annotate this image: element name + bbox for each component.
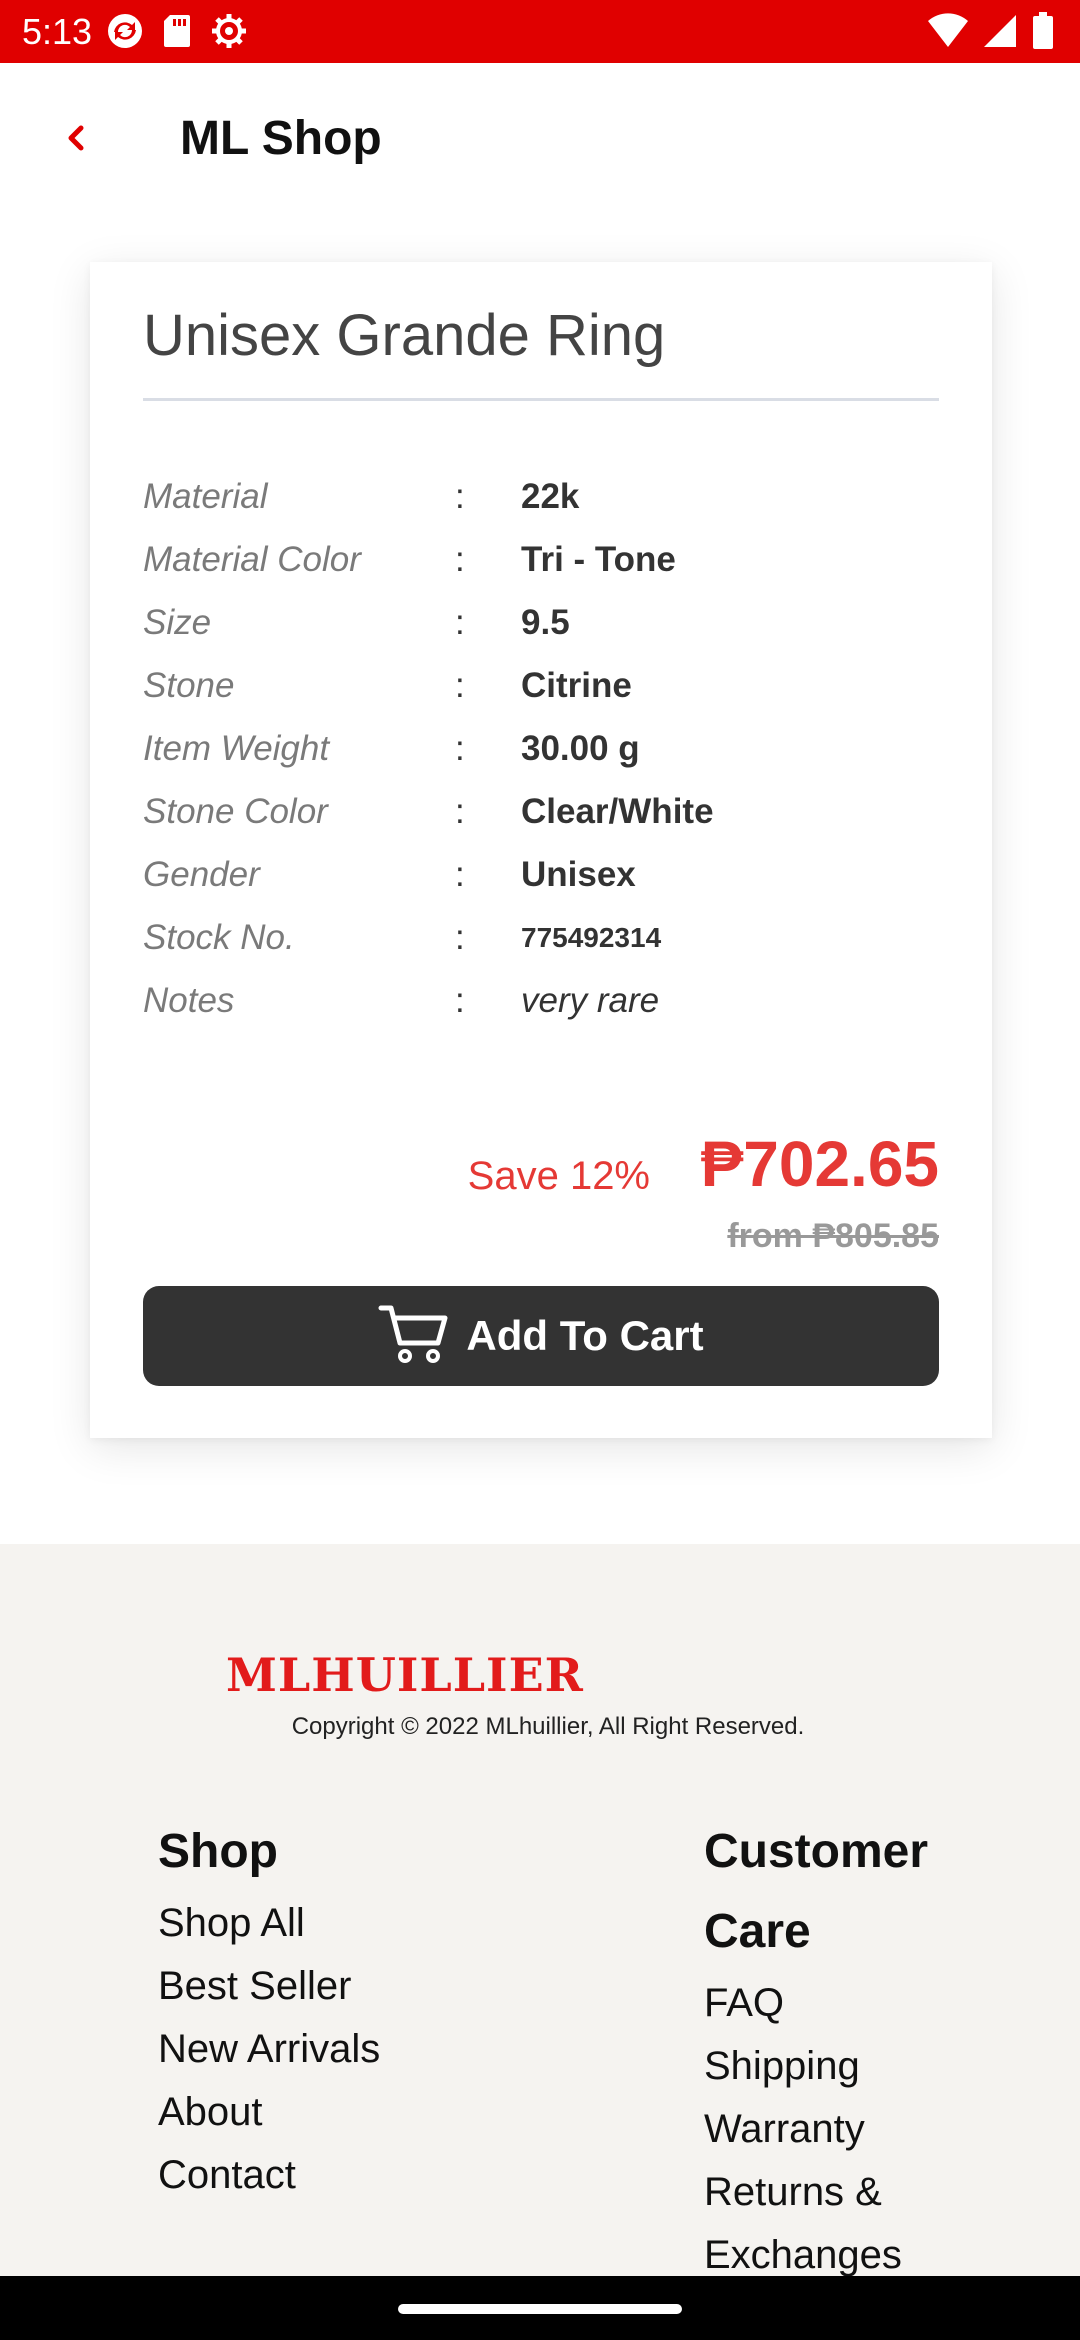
footer-link-returns[interactable]: Returns & <box>704 2161 1004 2224</box>
brand-logo: MLHUILLIER <box>226 1648 584 1702</box>
spec-separator: : <box>455 855 465 894</box>
spec-value: 22k <box>521 477 580 516</box>
home-gesture-handle[interactable] <box>398 2304 682 2314</box>
footer: MLHUILLIER Copyright © 2022 MLhuillier, … <box>0 1544 1080 2277</box>
sync-icon <box>106 12 144 55</box>
status-time: 5:13 <box>22 11 93 52</box>
spec-separator: : <box>455 666 465 705</box>
spec-row-stone: Stone : Citrine <box>143 654 939 717</box>
spec-label: Stone <box>143 666 235 705</box>
footer-link-faq[interactable]: FAQ <box>704 1972 1004 2035</box>
spec-label: Gender <box>143 855 260 894</box>
settings-icon <box>210 12 248 55</box>
spec-row-item-weight: Item Weight : 30.00 g <box>143 717 939 780</box>
footer-link-about[interactable]: About <box>158 2081 538 2144</box>
back-button[interactable] <box>40 103 114 177</box>
product-card: Unisex Grande Ring Material : 22k Materi… <box>90 262 992 1438</box>
spec-label: Size <box>143 603 212 642</box>
app-bar: ML Shop <box>0 63 1080 211</box>
status-bar: 5:13 <box>0 0 1080 63</box>
spec-separator: : <box>455 792 465 831</box>
spec-label: Material Color <box>143 540 361 579</box>
spec-separator: : <box>455 477 465 516</box>
status-icons-left <box>106 12 248 55</box>
spec-separator: : <box>455 918 465 957</box>
battery-icon <box>1032 12 1054 55</box>
spec-value: Citrine <box>521 666 632 705</box>
spec-separator: : <box>455 729 465 768</box>
status-icons-right <box>928 12 1054 55</box>
spec-separator: : <box>455 603 465 642</box>
spec-row-size: Size : 9.5 <box>143 591 939 654</box>
footer-link-new-arrivals[interactable]: New Arrivals <box>158 2018 538 2081</box>
footer-link-contact[interactable]: Contact <box>158 2144 538 2207</box>
footer-customer-care-column: Customer Care FAQ Shipping Warranty Retu… <box>704 1812 1004 2287</box>
add-to-cart-label: Add To Cart <box>466 1312 704 1359</box>
wifi-icon <box>928 13 968 54</box>
add-to-cart-button[interactable]: Add To Cart <box>143 1286 939 1386</box>
spec-value: Tri - Tone <box>521 540 676 579</box>
spec-value: 775492314 <box>521 922 662 953</box>
discount-label: Save 12% <box>467 1154 650 1198</box>
spec-label: Stock No. <box>143 918 295 957</box>
spec-value: 9.5 <box>521 603 570 642</box>
copyright: Copyright © 2022 MLhuillier, All Right R… <box>291 1713 805 1740</box>
spec-row-material-color: Material Color : Tri - Tone <box>143 528 939 591</box>
spec-value: Clear/White <box>521 792 714 831</box>
chevron-left-icon <box>63 118 91 163</box>
product-title: Unisex Grande Ring <box>143 303 666 368</box>
price: ₱702.65 <box>700 1128 939 1200</box>
spec-separator: : <box>455 981 465 1020</box>
spec-label: Notes <box>143 981 235 1020</box>
spec-value: Unisex <box>521 855 636 894</box>
footer-shop-column: Shop Shop All Best Seller New Arrivals A… <box>158 1812 538 2207</box>
spec-row-gender: Gender : Unisex <box>143 843 939 906</box>
sd-card-icon <box>162 13 192 54</box>
footer-link-best-seller[interactable]: Best Seller <box>158 1955 538 2018</box>
spec-row-material: Material : 22k <box>143 465 939 528</box>
spec-label: Item Weight <box>143 729 330 768</box>
signal-icon <box>982 13 1018 54</box>
spec-label: Material <box>143 477 268 516</box>
spec-value: very rare <box>521 981 660 1020</box>
spec-separator: : <box>455 540 465 579</box>
spec-row-stone-color: Stone Color : Clear/White <box>143 780 939 843</box>
spec-row-notes: Notes : very rare <box>143 969 939 1032</box>
cart-icon <box>378 1303 450 1370</box>
footer-customer-care-heading: Customer <box>704 1825 929 1878</box>
spec-value: 30.00 g <box>521 729 640 768</box>
app-title: ML Shop <box>180 112 382 165</box>
original-price: from ₱805.85 <box>727 1217 939 1255</box>
footer-link-shipping[interactable]: Shipping <box>704 2035 1004 2098</box>
spec-label: Stone Color <box>143 792 328 831</box>
spec-list: Material : 22k Material Color : Tri - To… <box>143 465 939 1032</box>
spec-row-stock-no: Stock No. : 775492314 <box>143 906 939 969</box>
footer-customer-care-heading-2: Care <box>704 1905 811 1958</box>
footer-link-shop-all[interactable]: Shop All <box>158 1892 538 1955</box>
title-divider <box>143 398 939 401</box>
footer-link-warranty[interactable]: Warranty <box>704 2098 1004 2161</box>
footer-shop-heading: Shop <box>158 1825 278 1878</box>
system-navigation-bar <box>0 2276 1080 2340</box>
brand-wordmark: MLHUILLIER <box>226 1648 584 1702</box>
